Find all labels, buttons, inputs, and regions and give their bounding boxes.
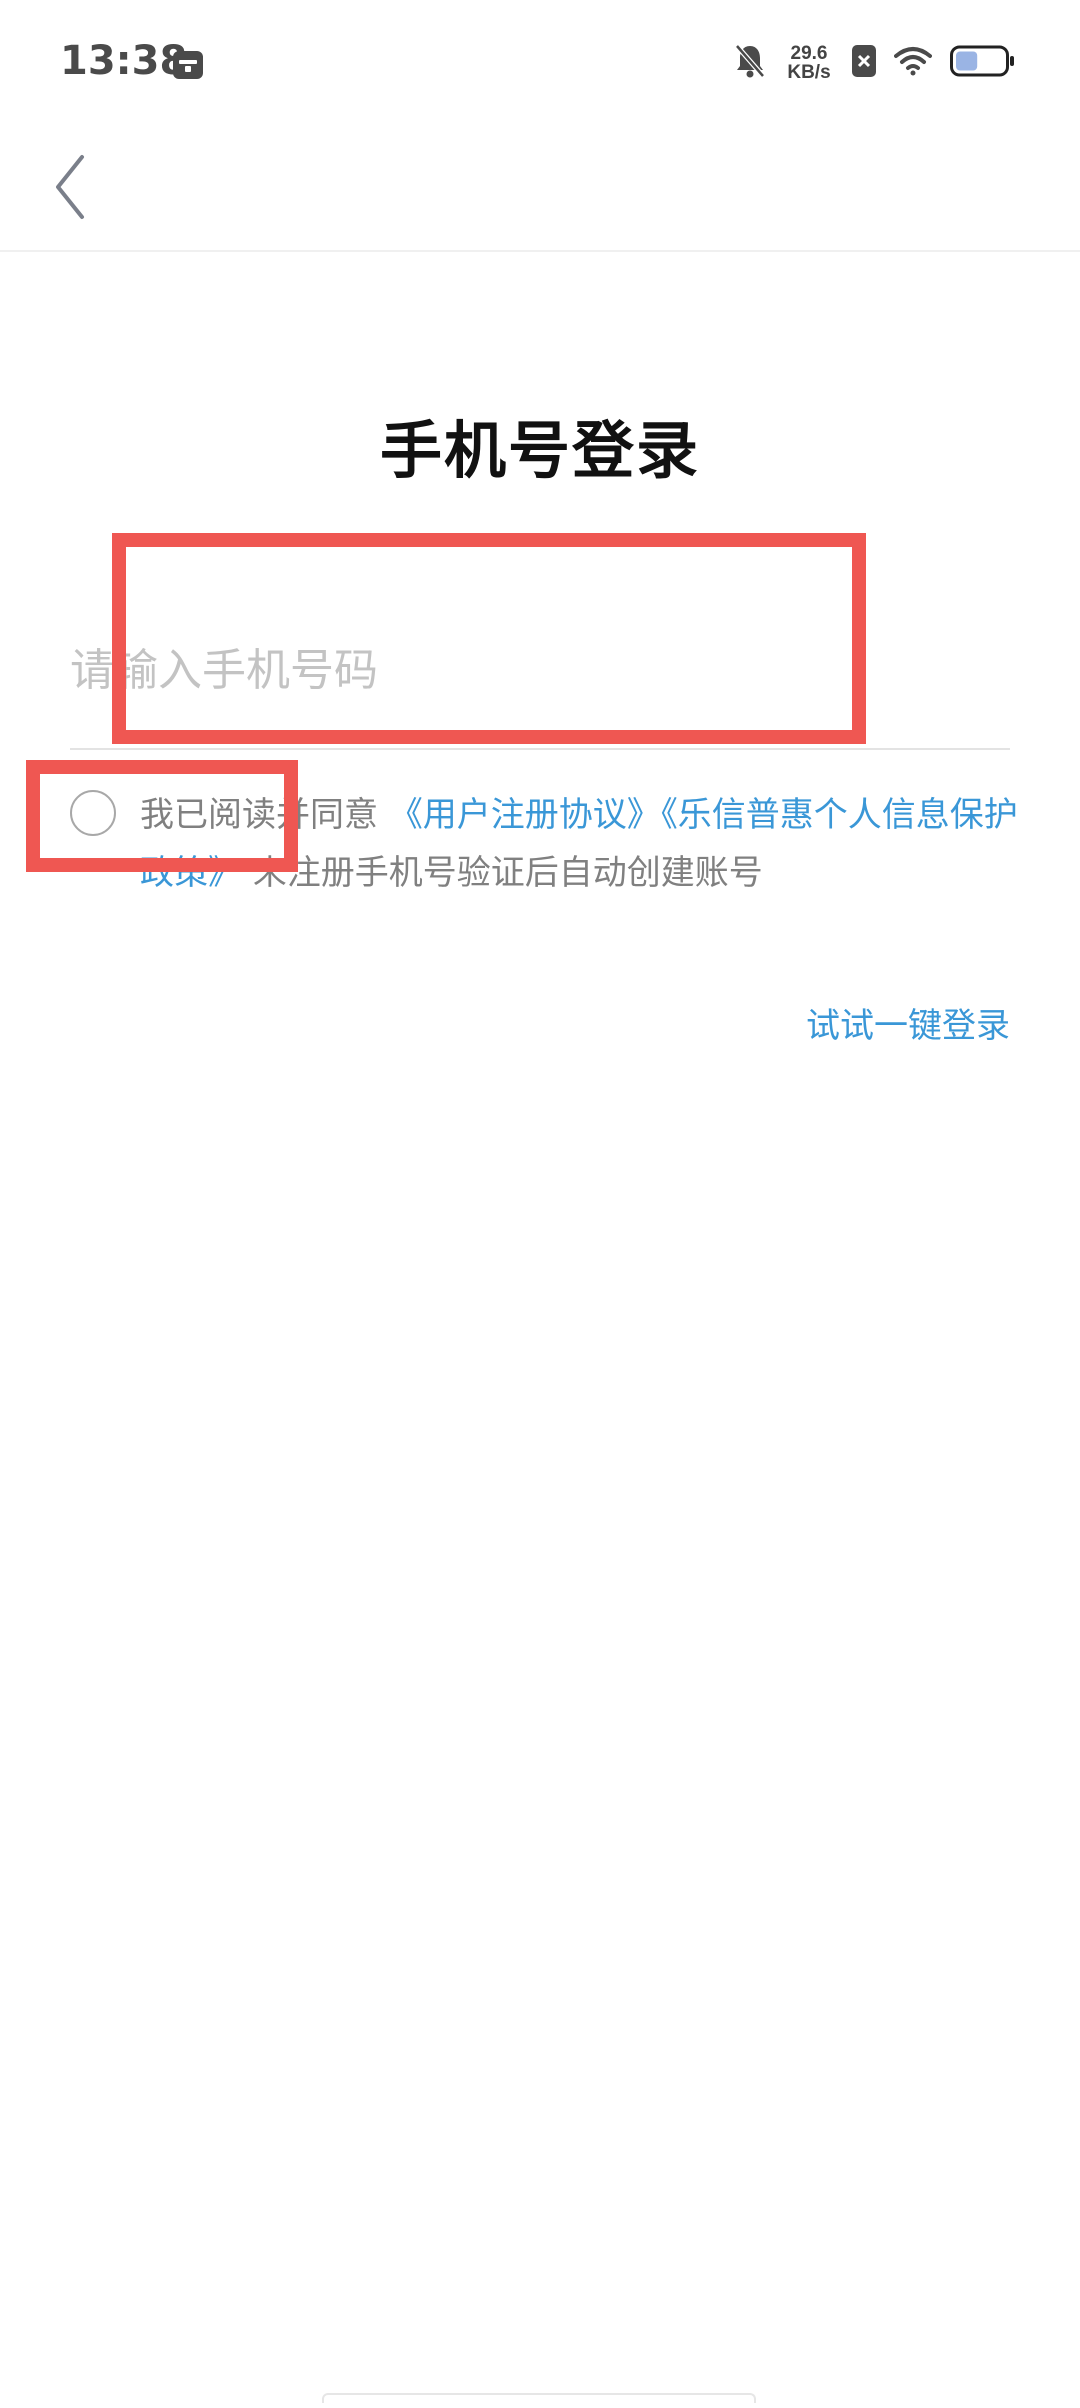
phone-field <box>70 590 1010 750</box>
back-button[interactable] <box>44 147 124 227</box>
net-speed-value: 29.6 <box>790 43 828 64</box>
status-bar: 13:38 29.6 KB/s <box>0 0 1080 125</box>
agreement-suffix: 未注册手机号验证后自动创建账号 <box>252 853 763 893</box>
header-bar <box>0 125 1080 252</box>
home-indicator <box>322 2393 756 2403</box>
bell-off-icon <box>734 43 766 83</box>
agreement-text: 我已阅读并同意 《用户注册协议》《乐信普惠个人信息保护政策》 未注册手机号验证后… <box>140 786 1020 902</box>
net-speed-unit: KB/s <box>787 62 831 83</box>
one-tap-login-link[interactable]: 试试一键登录 <box>806 998 1010 1047</box>
user-agreement-link[interactable]: 《用户注册协议》 <box>389 795 661 835</box>
wifi-icon <box>894 46 932 80</box>
calendar-icon <box>172 48 204 80</box>
network-speed: 29.6 KB/s <box>784 44 834 82</box>
status-time: 13:38 <box>60 38 188 84</box>
phone-input[interactable] <box>70 620 1010 720</box>
battery-icon <box>950 45 1016 81</box>
page-title: 手机号登录 <box>379 414 700 487</box>
agreement-prefix: 我已阅读并同意 <box>140 795 378 835</box>
status-icons: 29.6 KB/s <box>734 38 1016 88</box>
chevron-left-icon <box>56 155 84 219</box>
sim-off-icon <box>852 45 876 81</box>
agreement-checkbox[interactable] <box>70 790 116 836</box>
